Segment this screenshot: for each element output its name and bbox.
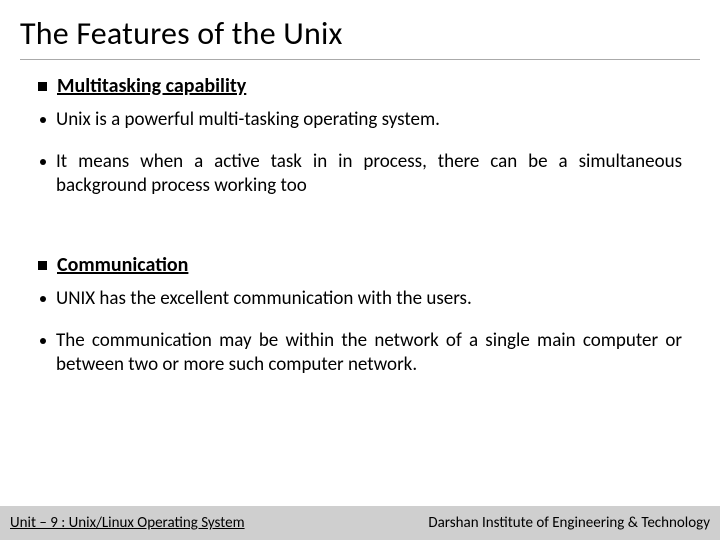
slide-title: The Features of the Unix xyxy=(20,14,700,60)
footer-right: Darshan Institute of Engineering & Techn… xyxy=(428,514,710,532)
list-item-text: UNIX has the excellent communication wit… xyxy=(56,287,472,311)
slide: The Features of the Unix Multitasking ca… xyxy=(0,0,720,540)
bullet-icon xyxy=(40,296,46,302)
square-bullet-icon xyxy=(38,82,47,91)
list-item-text: The communication may be within the netw… xyxy=(56,329,682,377)
square-bullet-icon xyxy=(38,261,47,270)
list-item-text: It means when a active task in in proces… xyxy=(56,150,682,198)
bullet-icon xyxy=(40,338,46,344)
list-item: Unix is a powerful multi-tasking operati… xyxy=(38,108,682,132)
list-item: UNIX has the excellent communication wit… xyxy=(38,287,682,311)
slide-footer: Unit – 9 : Unix/Linux Operating System D… xyxy=(0,506,720,540)
list-item-text: Unix is a powerful multi-tasking operati… xyxy=(56,108,440,132)
bullet-icon xyxy=(40,159,46,165)
section-heading: Communication xyxy=(38,253,682,277)
section-heading-label: Multitasking capability xyxy=(57,74,246,98)
section-heading: Multitasking capability xyxy=(38,74,682,98)
bullet-icon xyxy=(40,117,46,123)
slide-content: Multitasking capability Unix is a powerf… xyxy=(20,74,700,377)
section-heading-label: Communication xyxy=(57,253,188,277)
list-item: It means when a active task in in proces… xyxy=(38,150,682,198)
footer-left: Unit – 9 : Unix/Linux Operating System xyxy=(10,514,245,532)
spacer xyxy=(38,215,682,243)
list-item: The communication may be within the netw… xyxy=(38,329,682,377)
